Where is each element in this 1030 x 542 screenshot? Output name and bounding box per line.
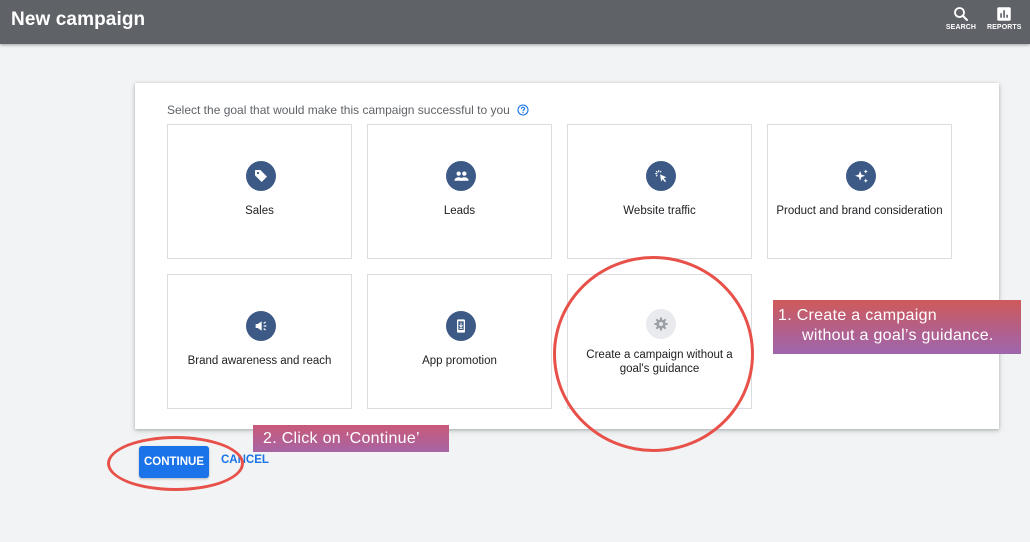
goal-tile-sales[interactable]: Sales: [167, 124, 352, 259]
goal-tile-no-guidance[interactable]: Create a campaign without a goal's guida…: [567, 274, 752, 409]
goal-tile-label: Create a campaign without a goal's guida…: [586, 349, 733, 375]
search-label: SEARCH: [945, 24, 977, 31]
goal-tile-label: Sales: [245, 205, 274, 217]
gear-icon: [646, 309, 676, 339]
reports-button[interactable]: REPORTS: [987, 5, 1021, 31]
goal-prompt-text: Select the goal that would make this cam…: [167, 103, 510, 117]
goal-tile-product-brand-consideration[interactable]: Product and brand consideration: [767, 124, 952, 259]
cursor-click-icon: [646, 161, 676, 191]
goal-tile-label: Website traffic: [623, 205, 696, 217]
goal-selection-card: Select the goal that would make this cam…: [135, 83, 999, 429]
top-app-bar: New campaign SEARCH REPORTS: [0, 0, 1030, 44]
speaker-icon: [246, 311, 276, 341]
goal-tile-label: Leads: [443, 205, 476, 217]
reports-icon: [997, 7, 1011, 21]
page-title: New campaign: [11, 9, 146, 30]
cancel-button[interactable]: CANCEL: [221, 454, 269, 466]
goal-tile-brand-awareness-reach[interactable]: Brand awareness and reach: [167, 274, 352, 409]
search-button[interactable]: SEARCH: [944, 5, 978, 31]
reports-label: REPORTS: [987, 24, 1022, 31]
goal-tile-label: Brand awareness and reach: [187, 355, 332, 367]
annotation-step-1: 1. Create a campaign without a goal’s gu…: [773, 300, 1021, 354]
goal-tile-label: App promotion: [422, 355, 497, 367]
sparkle-icon: [846, 161, 876, 191]
annotation-step-1-line-1: 1. Create a campaign: [778, 307, 937, 324]
goal-tile-app-promotion[interactable]: App promotion: [367, 274, 552, 409]
continue-button[interactable]: CONTINUE: [139, 446, 209, 478]
annotation-step-1-line-2: without a goal’s guidance.: [802, 327, 994, 344]
phone-download-icon: [446, 311, 476, 341]
people-icon: [446, 161, 476, 191]
search-icon: [954, 7, 968, 21]
tag-icon: [246, 161, 276, 191]
goal-tile-label: Product and brand consideration: [776, 205, 943, 217]
goal-tile-leads[interactable]: Leads: [367, 124, 552, 259]
help-circle-icon[interactable]: [517, 104, 529, 116]
goal-prompt: Select the goal that would make this cam…: [167, 103, 529, 117]
goal-tile-website-traffic[interactable]: Website traffic: [567, 124, 752, 259]
annotation-step-2: 2. Click on ‘Continue’: [253, 425, 449, 452]
